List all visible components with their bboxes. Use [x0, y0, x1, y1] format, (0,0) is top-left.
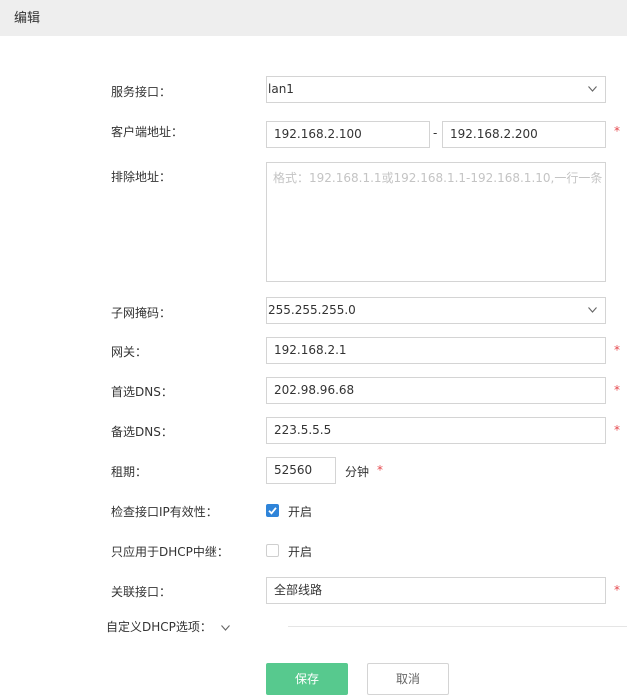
- custom-dhcp-options-toggle[interactable]: 自定义DHCP选项：: [106, 618, 230, 635]
- dhcp-relay-only-checkbox[interactable]: [266, 544, 279, 557]
- primary-dns-value: 202.98.96.68: [274, 383, 355, 397]
- required-mark: *: [614, 124, 620, 138]
- linked-interface-value: 全部线路: [274, 583, 323, 597]
- save-button[interactable]: 保存: [266, 663, 348, 695]
- lease-input[interactable]: 52560: [266, 457, 336, 484]
- range-separator: -: [433, 126, 438, 140]
- gateway-value: 192.168.2.1: [274, 343, 347, 357]
- lease-value: 52560: [274, 463, 313, 477]
- section-divider: [288, 626, 627, 627]
- gateway-input[interactable]: 192.168.2.1: [266, 337, 606, 364]
- secondary-dns-value: 223.5.5.5: [274, 423, 332, 437]
- page-title: 编辑: [14, 11, 41, 26]
- custom-dhcp-options-label: 自定义DHCP选项：: [106, 620, 212, 634]
- secondary-dns-input[interactable]: 223.5.5.5: [266, 417, 606, 444]
- dhcp-relay-only-label: 只应用于DHCP中继：: [111, 545, 229, 559]
- client-address-start-input[interactable]: 192.168.2.100: [266, 121, 430, 148]
- header-bar: 编辑: [0, 0, 627, 36]
- client-address-label: 客户端地址：: [111, 125, 184, 139]
- client-address-start-value: 192.168.2.100: [274, 127, 362, 141]
- chevron-down-icon: [588, 86, 597, 92]
- lease-label: 租期：: [111, 465, 148, 479]
- subnet-mask-label: 子网掩码：: [111, 306, 172, 320]
- subnet-mask-value: 255.255.255.0: [268, 303, 356, 317]
- required-mark: *: [614, 423, 620, 437]
- check-ip-validity-option[interactable]: 开启: [288, 503, 312, 520]
- service-interface-label: 服务接口：: [111, 85, 172, 99]
- lease-unit: 分钟: [345, 465, 370, 479]
- chevron-down-icon: [588, 307, 597, 313]
- gateway-label: 网关：: [111, 345, 148, 359]
- required-mark: *: [614, 383, 620, 397]
- required-mark: *: [614, 343, 620, 357]
- cancel-button[interactable]: 取消: [367, 663, 449, 695]
- edit-dialog: 编辑 服务接口： lan1 客户端地址： 192.168.2.100 - 192…: [0, 0, 627, 700]
- required-mark: *: [377, 463, 383, 477]
- service-interface-select[interactable]: lan1: [266, 76, 606, 103]
- client-address-end-value: 192.168.2.200: [450, 127, 538, 141]
- exclude-address-textarea[interactable]: 格式：192.168.1.1或192.168.1.1-192.168.1.10,…: [266, 162, 606, 282]
- linked-interface-input[interactable]: 全部线路: [266, 577, 606, 604]
- subnet-mask-select[interactable]: 255.255.255.0: [266, 297, 606, 324]
- service-interface-value: lan1: [268, 82, 294, 96]
- exclude-address-placeholder: 格式：192.168.1.1或192.168.1.1-192.168.1.10,…: [273, 171, 603, 185]
- dhcp-relay-only-option[interactable]: 开启: [288, 543, 312, 560]
- client-address-end-input[interactable]: 192.168.2.200: [442, 121, 606, 148]
- exclude-address-label: 排除地址：: [111, 170, 172, 184]
- checkmark-icon: [268, 507, 277, 515]
- required-mark: *: [614, 583, 620, 597]
- check-ip-validity-checkbox[interactable]: [266, 504, 279, 517]
- linked-interface-label: 关联接口：: [111, 585, 172, 599]
- chevron-down-icon: [220, 624, 230, 631]
- secondary-dns-label: 备选DNS：: [111, 425, 173, 439]
- primary-dns-input[interactable]: 202.98.96.68: [266, 377, 606, 404]
- check-ip-validity-label: 检查接口IP有效性：: [111, 505, 218, 519]
- primary-dns-label: 首选DNS：: [111, 385, 173, 399]
